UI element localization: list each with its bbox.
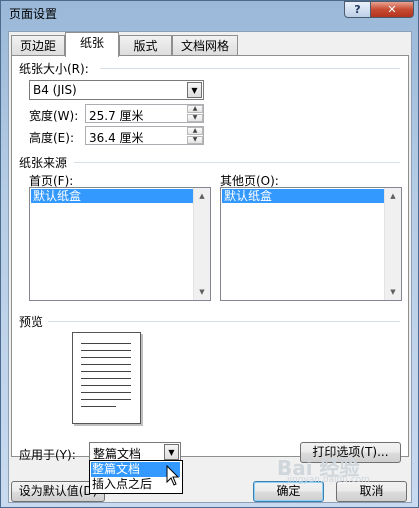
paper-tab-panel: 纸张大小(R): B4 (JIS) ▼ 宽度(W): 25.7 厘米 ▲ ▼ 高… [11, 55, 409, 457]
scrollbar[interactable]: ▲ ▼ [193, 188, 210, 300]
width-spinner[interactable]: 25.7 厘米 ▲ ▼ [85, 104, 204, 123]
spin-up-icon[interactable]: ▲ [187, 105, 203, 113]
tab-margins[interactable]: 页边距 [11, 35, 65, 56]
page-setup-dialog: 页面设置 ? ✕ 页边距 纸张 版式 文档网格 纸张大小(R): B4 (JIS… [0, 0, 419, 508]
tab-paper[interactable]: 纸张 [65, 32, 119, 57]
height-label: 高度(E): [29, 131, 74, 145]
first-page-listbox[interactable]: 默认纸盒 ▲ ▼ [29, 187, 211, 301]
chevron-down-icon[interactable]: ▼ [164, 444, 179, 460]
spin-down-icon[interactable]: ▼ [187, 136, 203, 144]
paper-source-divider [74, 162, 400, 163]
title-bar: 页面设置 ? ✕ [1, 1, 418, 25]
list-item[interactable]: 默认纸盒 [31, 189, 193, 203]
paper-size-label: 纸张大小(R): [19, 62, 89, 76]
height-spinner[interactable]: 36.4 厘米 ▲ ▼ [85, 126, 204, 145]
width-label: 宽度(W): [29, 109, 79, 123]
tab-layout[interactable]: 版式 [119, 35, 172, 56]
spin-up-icon[interactable]: ▲ [187, 127, 203, 135]
paper-size-value: B4 (JIS) [33, 83, 77, 97]
paper-size-combo[interactable]: B4 (JIS) ▼ [29, 80, 204, 100]
paper-source-label: 纸张来源 [19, 156, 68, 170]
mouse-cursor-icon [166, 465, 180, 486]
scroll-up-icon[interactable]: ▲ [194, 188, 210, 204]
scroll-up-icon[interactable]: ▲ [385, 188, 401, 204]
apply-to-combo[interactable]: 整篇文档 ▼ [89, 442, 181, 462]
window-title: 页面设置 [9, 7, 58, 21]
dialog-client: 页边距 纸张 版式 文档网格 纸张大小(R): B4 (JIS) ▼ 宽度(W)… [8, 31, 412, 503]
scroll-down-icon[interactable]: ▼ [385, 284, 401, 300]
chevron-down-icon[interactable]: ▼ [187, 82, 202, 98]
help-button[interactable]: ? [344, 1, 371, 18]
width-value: 25.7 厘米 [89, 109, 144, 123]
scroll-down-icon[interactable]: ▼ [194, 284, 210, 300]
scrollbar[interactable]: ▲ ▼ [384, 188, 401, 300]
watermark-url: jingyan.baidu.com [287, 475, 371, 485]
preview-page-icon [72, 332, 141, 424]
apply-to-label: 应用于(Y): [19, 448, 76, 462]
other-pages-listbox[interactable]: 默认纸盒 ▲ ▼ [220, 187, 402, 301]
close-button[interactable]: ✕ [370, 1, 414, 18]
tab-document-grid[interactable]: 文档网格 [172, 35, 238, 56]
preview-divider [48, 321, 400, 322]
spin-down-icon[interactable]: ▼ [187, 114, 203, 122]
height-value: 36.4 厘米 [89, 131, 144, 145]
list-item[interactable]: 默认纸盒 [222, 189, 384, 203]
paper-size-divider [100, 68, 400, 69]
preview-label: 预览 [19, 315, 44, 329]
